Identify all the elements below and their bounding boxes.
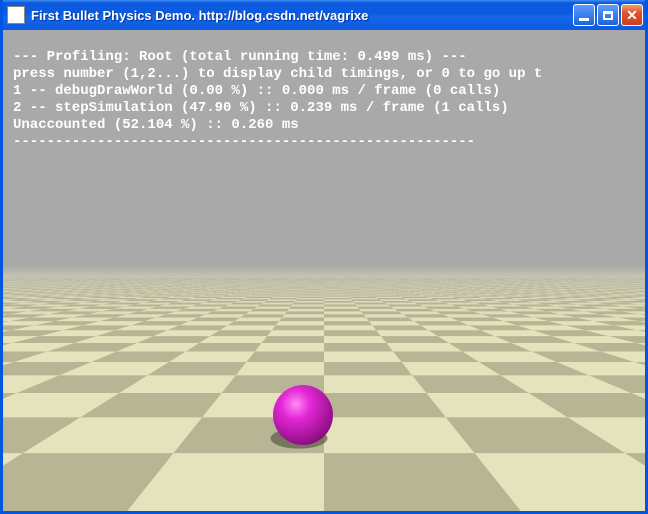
- minimize-button[interactable]: [573, 4, 595, 26]
- titlebar[interactable]: First Bullet Physics Demo. http://blog.c…: [3, 0, 645, 30]
- physics-ball: [273, 385, 333, 445]
- horizon-fog: [3, 265, 645, 325]
- maximize-button[interactable]: [597, 4, 619, 26]
- window-buttons: ✕: [573, 4, 643, 26]
- app-icon: [7, 6, 25, 24]
- app-window: First Bullet Physics Demo. http://blog.c…: [0, 0, 648, 514]
- sky: [3, 30, 645, 265]
- window-title: First Bullet Physics Demo. http://blog.c…: [31, 8, 573, 23]
- viewport-3d[interactable]: --- Profiling: Root (total running time:…: [3, 30, 645, 511]
- close-button[interactable]: ✕: [621, 4, 643, 26]
- scene-canvas: [3, 30, 645, 511]
